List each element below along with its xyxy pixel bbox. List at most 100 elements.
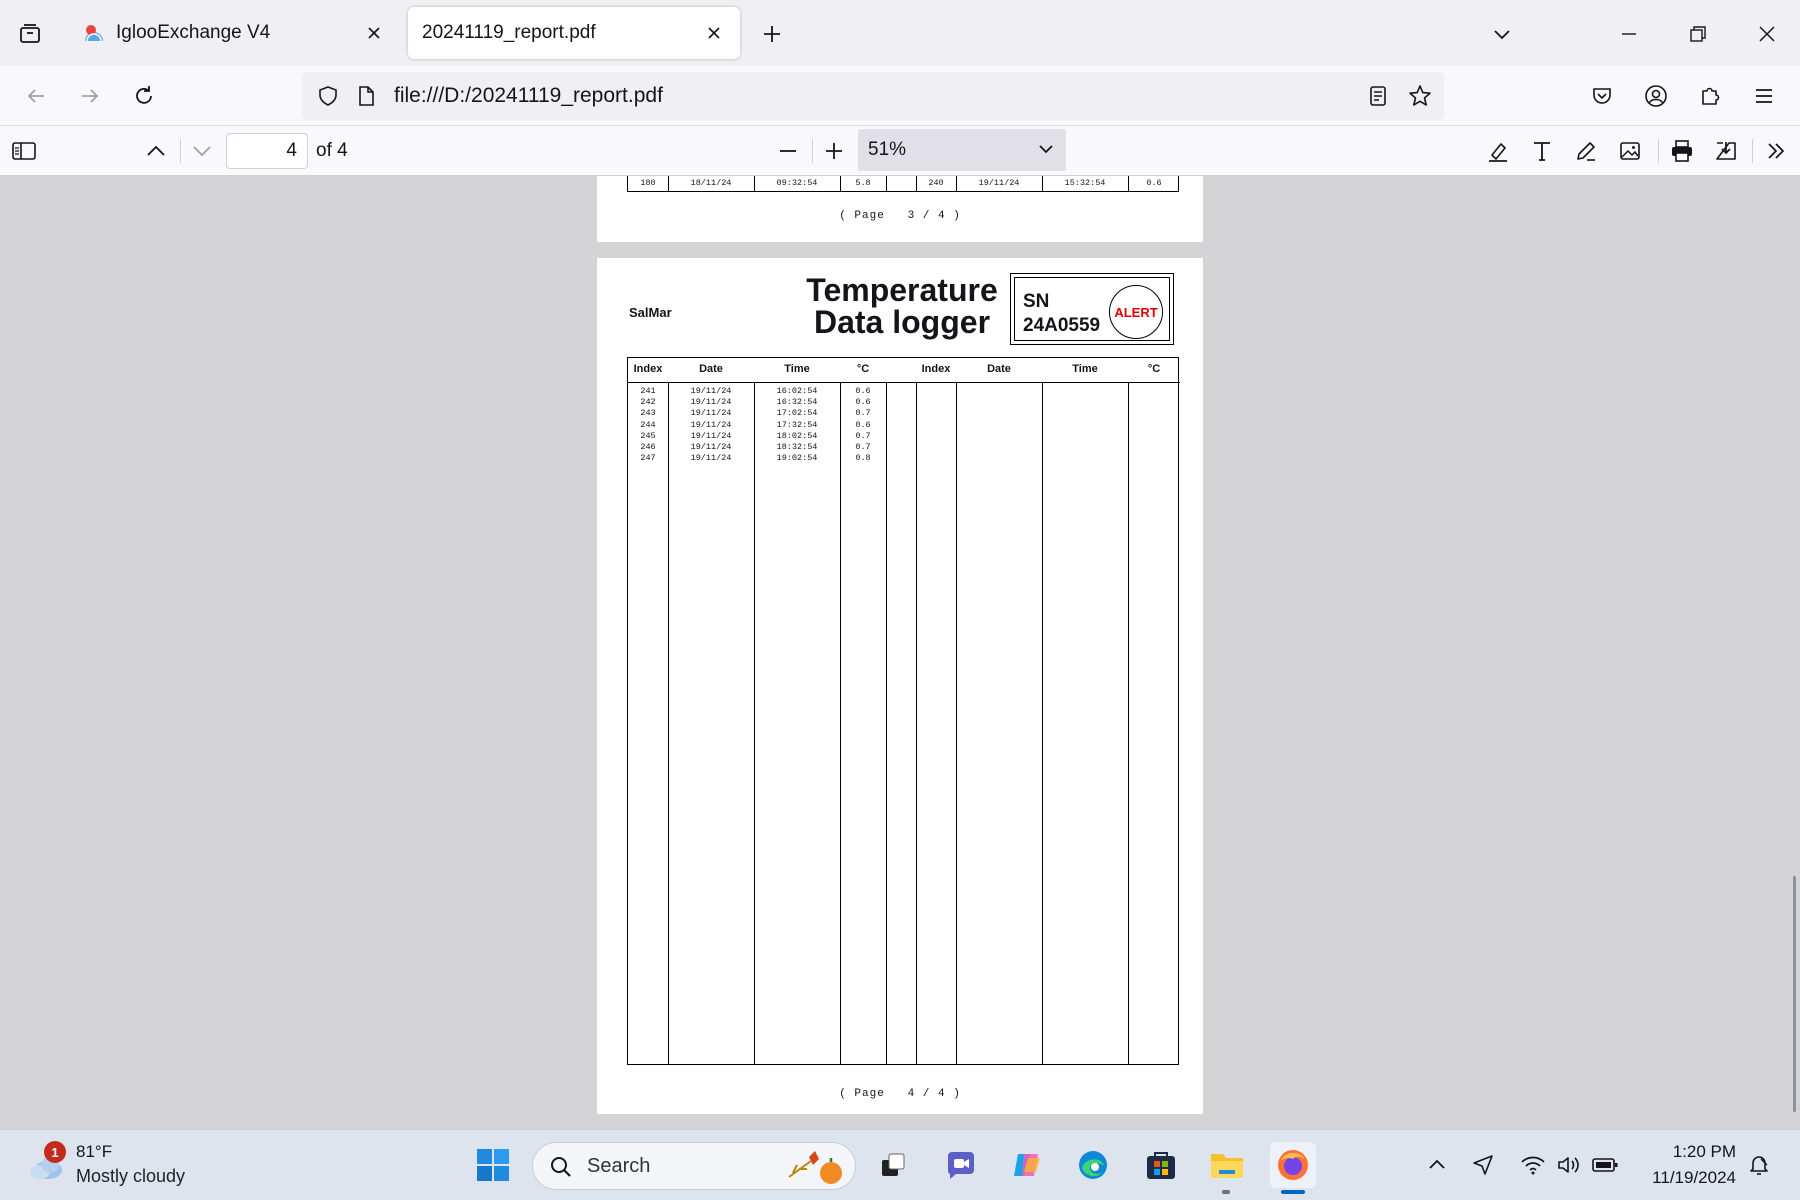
close-window-button[interactable] (1747, 14, 1787, 54)
notification-bell-icon (1750, 1156, 1768, 1175)
page-number-input[interactable]: 4 (226, 133, 308, 169)
firefox-button[interactable] (1270, 1142, 1316, 1188)
hamburger-icon (1756, 89, 1772, 103)
add-image-button[interactable] (1612, 133, 1648, 169)
cell-temp: 0.6 (1146, 178, 1162, 188)
task-view-button[interactable] (870, 1142, 916, 1188)
cell-index: 180 (640, 178, 656, 188)
cell-time: 17:02:54 (776, 408, 818, 419)
arrow-left-icon (27, 89, 44, 103)
column-header: Date (987, 363, 1011, 375)
store-button[interactable] (1138, 1142, 1184, 1188)
extensions-button[interactable] (1690, 76, 1730, 116)
table-row: 242 19/11/24 16:32:54 0.6 (628, 397, 1180, 408)
tab-report-pdf[interactable]: 20241119_report.pdf (408, 7, 740, 59)
battery-button[interactable] (1588, 1148, 1622, 1182)
notifications-button[interactable] (1742, 1148, 1776, 1182)
pocket-button[interactable] (1582, 76, 1622, 116)
list-all-tabs-button[interactable] (10, 16, 50, 52)
cell-date: 18/11/24 (690, 178, 732, 188)
file-explorer-button[interactable] (1204, 1142, 1250, 1188)
plus-icon (826, 143, 842, 159)
tab-iglooexchange[interactable]: IglooExchange V4 (68, 7, 400, 59)
image-icon (1620, 142, 1640, 160)
zoom-in-button[interactable] (816, 133, 852, 169)
report-title-line1: Temperature (806, 272, 998, 308)
tab-title: 20241119_report.pdf (422, 22, 596, 43)
table-row: 241 19/11/24 16:02:54 0.6 (628, 386, 1180, 397)
running-indicator (1222, 1190, 1230, 1194)
cell-temp: 0.6 (855, 397, 871, 408)
volume-button[interactable] (1552, 1148, 1586, 1182)
firefox-icon (1278, 1150, 1308, 1180)
tools-button[interactable] (1758, 133, 1794, 169)
chevron-down-icon (1039, 145, 1053, 154)
cell-temp: 0.7 (855, 430, 871, 441)
add-text-button[interactable] (1524, 133, 1560, 169)
teams-button[interactable] (938, 1142, 984, 1188)
taskbar: 1 81°F Mostly cloudy Search 1:20 PM 11/1… (0, 1129, 1800, 1200)
weather-description: Mostly cloudy (76, 1166, 186, 1186)
sidebar-toggle-button[interactable] (6, 133, 42, 169)
weather-temperature: 81°F (76, 1142, 113, 1161)
copilot-button[interactable] (1004, 1142, 1050, 1188)
forward-button[interactable] (70, 76, 110, 116)
location-button[interactable] (1466, 1148, 1500, 1182)
zoom-select[interactable]: 51% (858, 129, 1066, 171)
zoom-out-button[interactable] (770, 133, 806, 169)
folder-icon (1211, 1154, 1243, 1178)
address-bar[interactable]: file:///D:/20241119_report.pdf (302, 72, 1444, 120)
save-button[interactable] (1708, 133, 1744, 169)
account-button[interactable] (1636, 76, 1676, 116)
column-header: Index (633, 363, 663, 375)
task-view-icon (882, 1153, 905, 1176)
cell-date: 19/11/24 (690, 453, 732, 464)
draw-button[interactable] (1568, 133, 1604, 169)
url-text[interactable]: file:///D:/20241119_report.pdf (394, 84, 663, 108)
restore-icon (1690, 26, 1706, 42)
cell-time: 15:32:54 (1064, 178, 1106, 188)
show-hidden-icons-button[interactable] (1420, 1148, 1454, 1182)
vertical-scrollbar[interactable] (1793, 876, 1796, 1112)
puzzle-icon (1702, 87, 1720, 105)
next-page-button[interactable] (184, 133, 220, 169)
tab-list-icon (20, 24, 40, 43)
cell-date: 19/11/24 (690, 397, 732, 408)
menu-button[interactable] (1744, 76, 1784, 116)
edge-button[interactable] (1070, 1142, 1116, 1188)
close-icon (1759, 26, 1775, 42)
teams-chat-icon (947, 1152, 974, 1179)
previous-page-button[interactable] (138, 133, 174, 169)
reader-view-icon[interactable] (1362, 80, 1394, 112)
start-button[interactable] (470, 1142, 516, 1188)
text-icon (1534, 142, 1550, 161)
location-arrow-icon (1473, 1155, 1493, 1175)
autumn-leaves-icon (788, 1151, 842, 1184)
restore-button[interactable] (1678, 14, 1718, 54)
highlighter-icon (1489, 143, 1507, 162)
reload-button[interactable] (124, 76, 164, 116)
header-divider (628, 382, 1180, 383)
arrow-right-icon (82, 89, 99, 103)
shield-icon[interactable] (312, 80, 344, 112)
cell-index: 244 (640, 419, 656, 430)
close-tab-icon[interactable] (702, 21, 726, 45)
bookmark-star-icon[interactable] (1404, 80, 1436, 112)
new-tab-button[interactable] (756, 16, 788, 52)
cell-date: 19/11/24 (690, 441, 732, 452)
print-button[interactable] (1664, 133, 1700, 169)
cell-temp: 0.7 (855, 441, 871, 452)
taskbar-search[interactable]: Search (532, 1142, 856, 1190)
wifi-button[interactable] (1516, 1148, 1550, 1182)
tab-overflow-button[interactable] (1486, 16, 1518, 52)
copilot-icon (1014, 1154, 1040, 1176)
cell-time: 18:32:54 (776, 441, 818, 452)
highlight-button[interactable] (1480, 133, 1516, 169)
column-header: Index (921, 363, 951, 375)
igloo-favicon-icon (82, 21, 106, 45)
back-button[interactable] (16, 76, 56, 116)
table-row: 180 18/11/24 09:32:54 5.8 240 19/11/24 1… (627, 176, 1179, 192)
close-tab-icon[interactable] (362, 21, 386, 45)
minimize-button[interactable] (1609, 14, 1649, 54)
pdf-viewer[interactable]: 180 18/11/24 09:32:54 5.8 240 19/11/24 1… (0, 176, 1800, 1129)
